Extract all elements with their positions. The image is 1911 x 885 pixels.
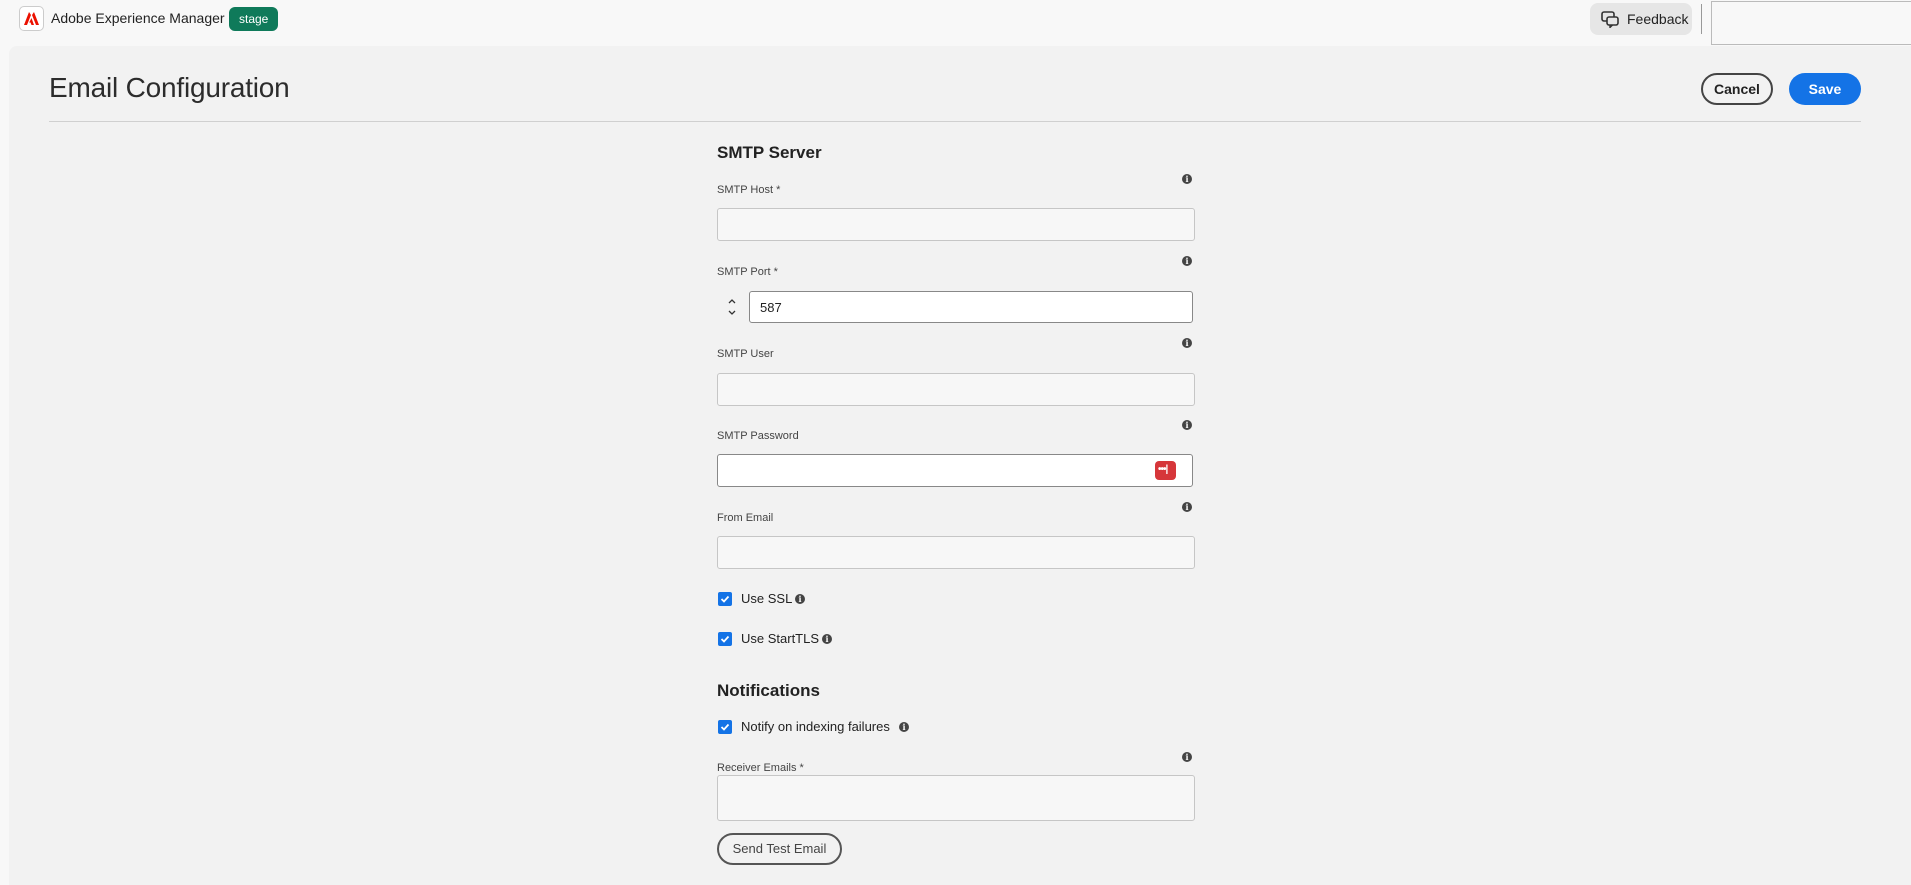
smtp-host-label: SMTP Host * <box>717 184 781 196</box>
smtp-password-input[interactable] <box>717 454 1193 487</box>
info-icon[interactable]: i <box>1182 502 1192 512</box>
info-icon[interactable]: i <box>899 722 909 732</box>
info-icon[interactable]: i <box>795 594 805 604</box>
notify-failures-label[interactable]: Notify on indexing failures <box>741 719 890 734</box>
notify-failures-checkbox[interactable] <box>718 720 732 734</box>
page-title: Email Configuration <box>49 72 290 103</box>
smtp-user-label: SMTP User <box>717 348 774 360</box>
app-title[interactable]: Adobe Experience Manager <box>51 10 225 26</box>
feedback-icon <box>1601 11 1619 28</box>
user-menu-area[interactable] <box>1711 1 1911 45</box>
info-icon[interactable]: i <box>1182 338 1192 348</box>
password-manager-icon[interactable]: •••| <box>1155 461 1176 480</box>
environment-badge: stage <box>229 7 279 31</box>
adobe-logo-icon[interactable] <box>19 6 44 31</box>
smtp-host-input[interactable] <box>717 208 1195 241</box>
chevron-down-icon[interactable] <box>726 307 738 319</box>
info-icon[interactable]: i <box>1182 420 1192 430</box>
use-ssl-label[interactable]: Use SSL <box>741 591 792 606</box>
save-button[interactable]: Save <box>1789 73 1861 105</box>
from-email-label: From Email <box>717 512 774 524</box>
smtp-port-input[interactable] <box>749 291 1193 323</box>
receiver-emails-label: Receiver Emails * <box>717 762 804 774</box>
info-icon[interactable]: i <box>822 634 832 644</box>
info-icon[interactable]: i <box>1182 174 1192 184</box>
checkmark-icon <box>720 635 730 643</box>
cancel-button[interactable]: Cancel <box>1701 73 1773 105</box>
top-bar: Adobe Experience Manager stage Feedback <box>0 0 1911 45</box>
notifications-section-heading: Notifications <box>717 681 820 700</box>
use-starttls-label[interactable]: Use StartTLS <box>741 631 819 646</box>
chevron-up-icon[interactable] <box>726 295 738 307</box>
checkmark-icon <box>720 595 730 603</box>
from-email-input[interactable] <box>717 536 1195 569</box>
smtp-password-label: SMTP Password <box>717 430 799 442</box>
smtp-section-heading: SMTP Server <box>717 143 822 162</box>
feedback-button[interactable]: Feedback <box>1590 3 1692 35</box>
feedback-label: Feedback <box>1627 11 1689 27</box>
receiver-emails-input[interactable] <box>717 775 1195 821</box>
smtp-port-label: SMTP Port * <box>717 266 778 278</box>
port-stepper[interactable] <box>717 291 749 323</box>
use-ssl-checkbox[interactable] <box>718 592 732 606</box>
title-divider <box>49 121 1861 122</box>
info-icon[interactable]: i <box>1182 256 1192 266</box>
toolbar-divider <box>1701 4 1702 34</box>
use-starttls-checkbox[interactable] <box>718 632 732 646</box>
checkmark-icon <box>720 723 730 731</box>
info-icon[interactable]: i <box>1182 752 1192 762</box>
smtp-user-input[interactable] <box>717 373 1195 406</box>
send-test-email-button[interactable]: Send Test Email <box>717 833 842 865</box>
